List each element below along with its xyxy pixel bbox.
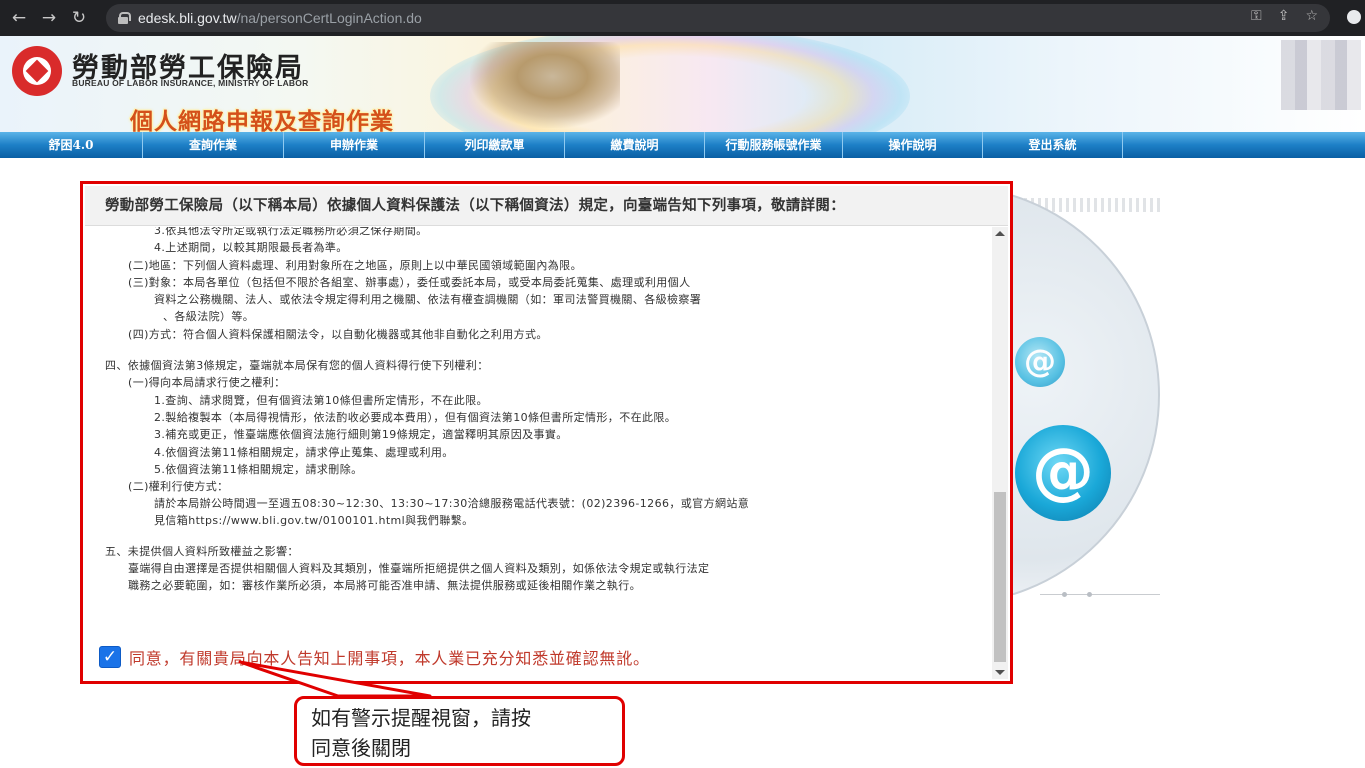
share-icon[interactable]: ⇪: [1278, 8, 1290, 24]
menu-item-print-bill[interactable]: 列印繳款單: [425, 132, 565, 158]
star-icon[interactable]: ☆: [1305, 8, 1318, 24]
scroll-up-icon[interactable]: [995, 231, 1005, 236]
scroll-thumb[interactable]: [994, 492, 1006, 662]
agree-label[interactable]: 同意，有關貴局向本人告知上開事項，本人業已充分知悉並確認無訛。: [129, 645, 650, 669]
notice-line: (四)方式：符合個人資料保護相關法令，以自動化機器或其他非自動化之利用方式。: [128, 328, 548, 341]
notice-line: 、各級法院）等。: [163, 310, 255, 323]
decorative-dot: [1062, 592, 1067, 597]
menu-item-help[interactable]: 操作說明: [843, 132, 983, 158]
notice-line: 臺端得自由選擇是否提供相關個人資料及其類別，惟臺端所拒絕提供之個人資料及類別，如…: [128, 562, 710, 575]
reload-icon[interactable]: ↻: [68, 8, 90, 28]
notice-line: 四、依據個資法第3條規定，臺端就本局保有您的個人資料得行使下列權利：: [105, 359, 489, 372]
blurred-user-info: [1281, 40, 1361, 110]
menu-item-mobile-account[interactable]: 行動服務帳號作業: [705, 132, 843, 158]
address-bar[interactable]: edesk.bli.gov.tw /na/personCertLoginActi…: [106, 4, 1330, 32]
agree-row[interactable]: ✓ 同意，有關貴局向本人告知上開事項，本人業已充分知悉並確認無訛。: [99, 645, 650, 669]
notice-line: 3.補充或更正，惟臺端應依個資法施行細則第19條規定，適當釋明其原因及事實。: [154, 428, 568, 441]
lock-icon[interactable]: [118, 12, 131, 24]
banner-figure: [470, 42, 620, 128]
decorative-globe: @ @: [1000, 185, 1200, 595]
menu-item-logout[interactable]: 登出系統: [983, 132, 1123, 158]
site-title: 個人網路申報及查詢作業: [130, 108, 394, 132]
scroll-down-icon[interactable]: [995, 670, 1005, 675]
notice-line: 5.依個資法第11條相關規定，請求刪除。: [154, 463, 363, 476]
annotation-callout: 如有警示提醒視窗，請按 同意後關閉: [294, 696, 625, 766]
notice-line: (二)權利行使方式：: [128, 480, 229, 493]
notice-line: 4.上述期間，以較其期限最長者為準。: [154, 241, 348, 254]
dialog-header: 勞動部勞工保險局（以下稱本局）依據個人資料保護法（以下稱個資法）規定，向臺端告知…: [85, 186, 1008, 226]
bli-logo[interactable]: [12, 46, 62, 96]
url-host: edesk.bli.gov.tw: [138, 10, 237, 26]
profile-icon[interactable]: [1347, 10, 1361, 24]
notice-line: 見信箱https://www.bli.gov.tw/0100101.html與我…: [154, 514, 474, 527]
menu-item-apply[interactable]: 申辦作業: [284, 132, 425, 158]
notice-line: 1.查詢、請求閱覽，但有個資法第10條但書所定情形，不在此限。: [154, 394, 488, 407]
decorative-dot: [1087, 592, 1092, 597]
notice-line: (二)地區：下列個人資料處理、利用對象所在之地區，原則上以中華民國領域範圍內為限…: [128, 259, 582, 272]
menu-item-relief[interactable]: 舒困4.0: [0, 132, 143, 158]
browser-toolbar: ← → ↻ edesk.bli.gov.tw /na/personCertLog…: [0, 0, 1365, 36]
notice-line: 2.製給複製本（本局得視情形，依法酌收必要成本費用），但有個資法第10條但書所定…: [154, 411, 677, 424]
at-sign-icon: @: [1015, 425, 1111, 521]
site-banner: 勞動部勞工保險局 BUREAU OF LABOR INSURANCE, MINI…: [0, 36, 1365, 132]
notice-line: 資料之公務機關、法人、或依法令規定得利用之機關、依法有權查調機關（如：軍司法警買…: [154, 293, 702, 306]
notice-line: 五、未提供個人資料所致權益之影響：: [105, 545, 299, 558]
main-menu: 舒困4.0 查詢作業 申辦作業 列印繳款單 繳費說明 行動服務帳號作業 操作說明…: [0, 132, 1365, 158]
dialog-scrollbar[interactable]: [992, 227, 1008, 679]
notice-line: 3.依其他法令所定或執行法定職務所必須之保存期間。: [154, 227, 428, 237]
notice-line: (一)得向本局請求行使之權利：: [128, 376, 286, 389]
at-sign-icon: @: [1015, 337, 1065, 387]
agree-checkbox[interactable]: ✓: [99, 646, 121, 668]
notice-line: (三)對象：本局各單位（包括但不限於各組室、辦事處），委任或委託本局，或受本局委…: [128, 276, 691, 289]
annotation-line-1: 如有警示提醒視窗，請按: [311, 706, 531, 730]
key-icon[interactable]: ⚿: [1251, 8, 1262, 24]
decorative-line: [1040, 594, 1160, 595]
back-icon[interactable]: ←: [8, 8, 30, 28]
notice-content[interactable]: 3.依其他法令所定或執行法定職務所必須之保存期間。 4.上述期間，以較其期限最長…: [85, 227, 990, 679]
privacy-notice-dialog: 勞動部勞工保險局（以下稱本局）依據個人資料保護法（以下稱個資法）規定，向臺端告知…: [80, 181, 1013, 684]
url-path: /na/personCertLoginAction.do: [236, 10, 422, 26]
forward-icon[interactable]: →: [38, 8, 60, 28]
notice-line: 4.依個資法第11條相關規定，請求停止蒐集、處理或利用。: [154, 446, 454, 459]
annotation-line-2: 同意後關閉: [311, 736, 411, 760]
org-name-en: BUREAU OF LABOR INSURANCE, MINISTRY OF L…: [72, 78, 309, 88]
notice-line: 請於本局辦公時間週一至週五08:30~12:30、13:30~17:30洽總服務…: [154, 497, 750, 510]
menu-item-query[interactable]: 查詢作業: [143, 132, 284, 158]
menu-item-payment-info[interactable]: 繳費說明: [565, 132, 705, 158]
notice-line: 職務之必要範圍，如：審核作業所必須，本局將可能否准申請、無法提供服務或延後相關作…: [128, 579, 641, 592]
